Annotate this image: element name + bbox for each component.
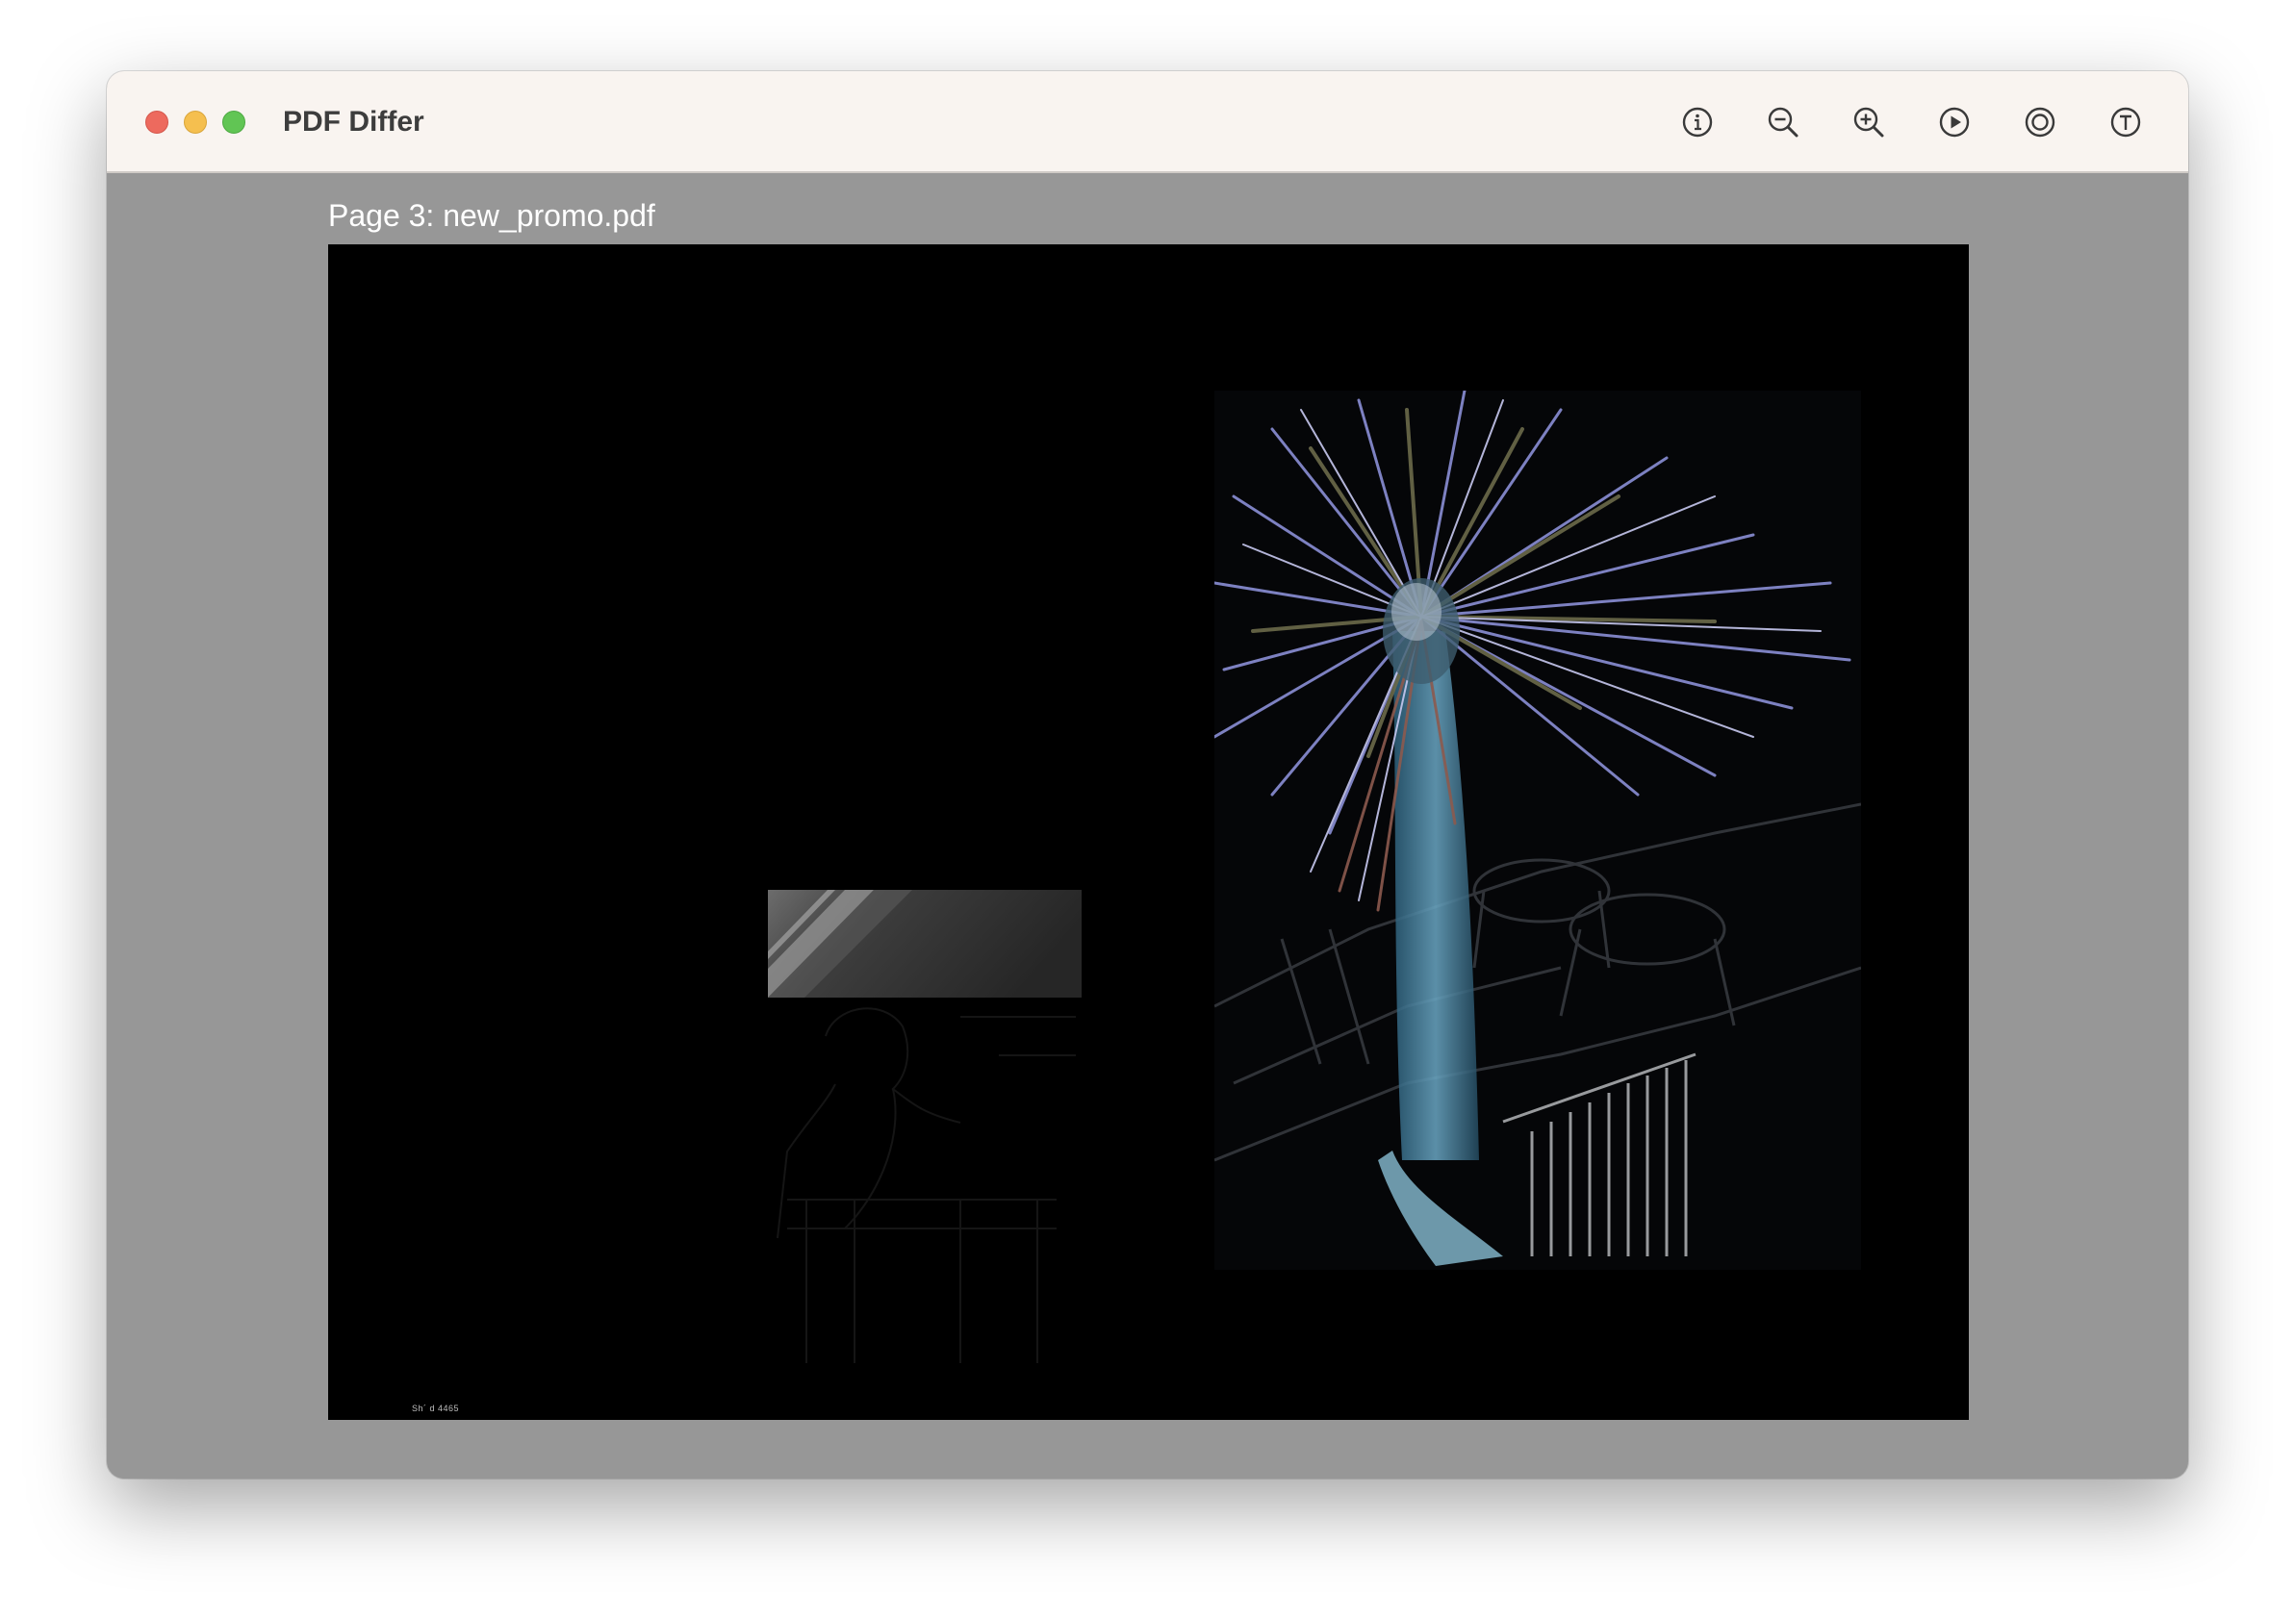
play-icon xyxy=(1939,107,1970,138)
info-icon xyxy=(1682,107,1713,138)
zoom-in-button[interactable] xyxy=(1849,102,1889,142)
zoom-out-button[interactable] xyxy=(1763,102,1803,142)
close-window-button[interactable] xyxy=(145,111,168,134)
diff-highlight-image xyxy=(768,890,1082,998)
zoom-in-icon xyxy=(1853,107,1884,138)
pdf-page-canvas[interactable]: Sh´ d 4465 xyxy=(328,244,1969,1420)
minimize-window-button[interactable] xyxy=(184,111,207,134)
info-button[interactable] xyxy=(1677,102,1718,142)
app-window: PDF Differ Page 3: new_promo.pdf Sh´ d 4… xyxy=(107,71,2188,1479)
toolbar xyxy=(1677,102,2146,142)
palm-tree-image xyxy=(1214,391,1861,1270)
page-label: Page 3: new_promo.pdf xyxy=(328,198,655,233)
ghost-figure-image xyxy=(777,1007,1076,1363)
overlay-button[interactable] xyxy=(2020,102,2060,142)
play-button[interactable] xyxy=(1934,102,1975,142)
zoom-out-icon xyxy=(1768,107,1799,138)
app-title: PDF Differ xyxy=(283,106,424,138)
title-bar: PDF Differ xyxy=(107,71,2188,173)
text-button[interactable] xyxy=(2105,102,2146,142)
target-icon xyxy=(2025,107,2055,138)
page-footer-text: Sh´ d 4465 xyxy=(412,1404,460,1413)
maximize-window-button[interactable] xyxy=(222,111,245,134)
text-icon xyxy=(2110,107,2141,138)
